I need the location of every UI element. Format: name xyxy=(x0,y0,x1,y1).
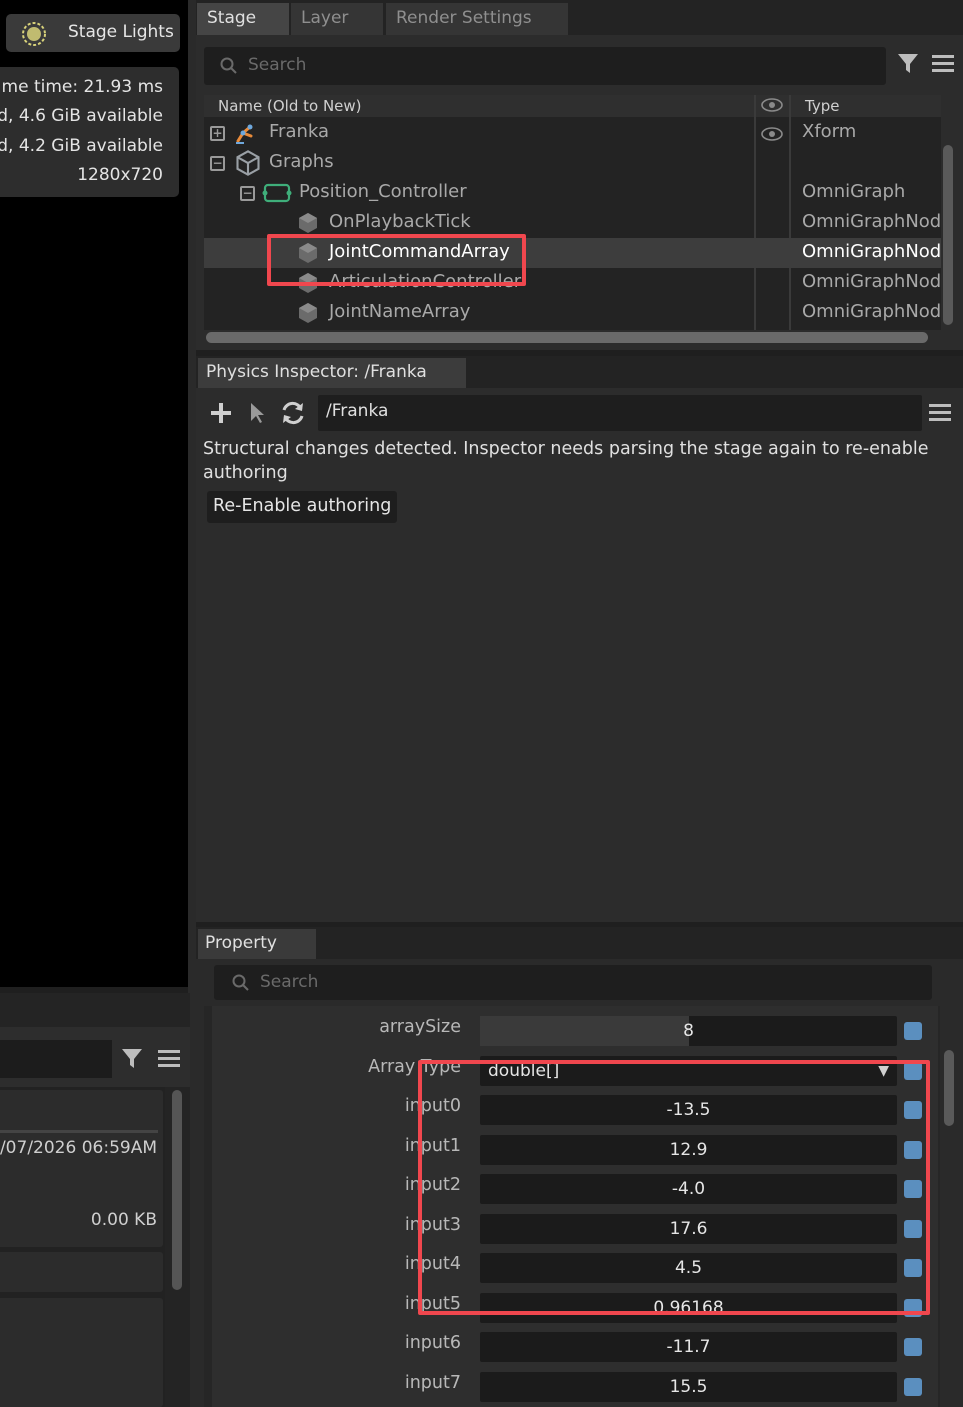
list-item[interactable] xyxy=(0,1252,163,1292)
content-browser-scrollbar[interactable] xyxy=(172,1090,182,1290)
tree-row-type: OmniGraphNode xyxy=(802,271,942,292)
stage-lights-label: Stage Lights xyxy=(68,22,174,42)
robot-arm-icon xyxy=(236,124,253,144)
list-item[interactable]: 1/07/2026 06:59AM 0.00 KB xyxy=(0,1090,163,1247)
tab-physics-inspector[interactable]: Physics Inspector: /Franka xyxy=(198,358,466,388)
column-name-header[interactable]: Name (Old to New) xyxy=(218,97,362,115)
input6-field[interactable]: -11.7 xyxy=(480,1332,897,1362)
tree-row-type: OmniGraph xyxy=(802,181,906,202)
property-search-placeholder: Search xyxy=(260,972,319,992)
tree-row-position-controller[interactable]: − Position_Controller OmniGraph xyxy=(204,178,941,208)
stage-search-placeholder: Search xyxy=(248,55,307,75)
tree-row-jointnamearray[interactable]: JointNameArray OmniGraphNode xyxy=(204,298,942,328)
tree-row-type: OmniGraphNode xyxy=(802,211,942,232)
list-item[interactable] xyxy=(0,1298,163,1407)
input6-label: input6 xyxy=(404,1333,461,1353)
stat-frame-time: ame time: 21.93 ms xyxy=(0,77,163,97)
tab-layer[interactable]: Layer xyxy=(291,3,383,35)
expand-icon[interactable]: + xyxy=(210,126,225,141)
structural-change-message: Structural changes detected. Inspector n… xyxy=(203,439,929,483)
property-search-input[interactable]: Search xyxy=(214,965,932,1000)
item-size: 0.00 KB xyxy=(90,1210,157,1230)
input6-keyframe-dot[interactable] xyxy=(904,1338,922,1356)
collapse-icon[interactable]: − xyxy=(210,156,225,171)
array-size-value: 8 xyxy=(683,1021,694,1041)
input7-label: input7 xyxy=(404,1373,461,1393)
array-size-slider[interactable]: 8 xyxy=(480,1016,897,1046)
highlight-box-inputs xyxy=(418,1060,930,1315)
input7-keyframe-dot[interactable] xyxy=(904,1378,922,1396)
collapse-icon[interactable]: − xyxy=(240,186,255,201)
search-icon xyxy=(220,57,237,74)
filter-icon[interactable] xyxy=(896,51,922,77)
tree-row-label: Franka xyxy=(269,121,330,142)
pointer-icon[interactable] xyxy=(247,401,267,425)
visibility-eye-icon[interactable] xyxy=(761,127,783,141)
property-scrollbar[interactable] xyxy=(944,1050,954,1126)
tree-row-label: OnPlaybackTick xyxy=(329,211,471,232)
tree-row-type: OmniGraphNode xyxy=(802,241,942,262)
stage-lights-button[interactable]: Stage Lights xyxy=(6,14,180,52)
physics-inspector-path-field[interactable]: /Franka xyxy=(318,395,922,431)
search-icon xyxy=(232,974,249,991)
node-cube-icon xyxy=(299,213,317,233)
tree-row-label: JointNameArray xyxy=(329,301,471,322)
stat-resolution: 1280x720 xyxy=(77,165,163,185)
stat-memory-1: ed, 4.6 GiB available xyxy=(0,106,163,126)
node-cube-icon xyxy=(299,303,317,323)
input7-field[interactable]: 15.5 xyxy=(480,1372,897,1402)
array-size-fill xyxy=(480,1016,689,1046)
tree-row-franka[interactable]: + Franka Xform xyxy=(204,118,941,148)
stage-tree-header: Name (Old to New) Type xyxy=(204,95,941,117)
sun-icon xyxy=(22,22,46,46)
omnigraph-icon xyxy=(262,183,292,203)
viewport-stats-panel: ame time: 21.93 ms ed, 4.6 GiB available… xyxy=(0,67,179,197)
column-type-header[interactable]: Type xyxy=(805,97,839,115)
stage-search-input[interactable]: Search xyxy=(204,47,886,85)
item-date: 1/07/2026 06:59AM xyxy=(0,1138,157,1158)
content-browser-search-input[interactable] xyxy=(0,1040,112,1078)
filter-icon[interactable] xyxy=(120,1046,146,1072)
eye-icon xyxy=(761,98,783,112)
scope-cube-icon xyxy=(236,150,260,176)
menu-icon[interactable] xyxy=(928,401,952,425)
stat-memory-2: ed, 4.2 GiB available xyxy=(0,136,163,156)
refresh-icon[interactable] xyxy=(279,399,307,427)
array-size-keyframe-dot[interactable] xyxy=(904,1022,922,1040)
highlight-box-selected-node xyxy=(267,234,526,286)
add-icon[interactable] xyxy=(209,401,233,425)
stage-tree-vertical-scrollbar[interactable] xyxy=(943,145,953,325)
tab-stage[interactable]: Stage xyxy=(197,3,289,35)
tree-row-label: Position_Controller xyxy=(299,181,467,202)
menu-icon[interactable] xyxy=(157,1046,181,1070)
stage-tree-horizontal-scrollbar[interactable] xyxy=(206,332,928,343)
tree-row-label: Graphs xyxy=(269,151,334,172)
array-size-label: arraySize xyxy=(379,1017,461,1037)
tree-row-graphs[interactable]: − Graphs xyxy=(204,148,941,178)
tree-row-type: OmniGraphNode xyxy=(802,301,942,322)
re-enable-authoring-button[interactable]: Re-Enable authoring xyxy=(207,491,398,523)
tree-row-type: Xform xyxy=(802,121,857,142)
menu-icon[interactable] xyxy=(931,51,955,75)
tab-property[interactable]: Property xyxy=(198,929,316,959)
tab-render-settings[interactable]: Render Settings xyxy=(386,3,568,35)
